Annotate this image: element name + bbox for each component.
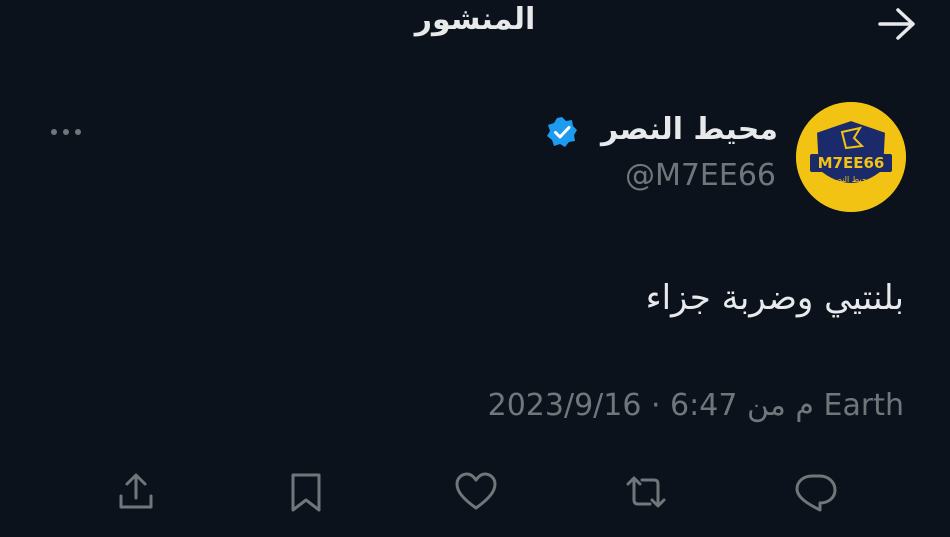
repost-icon — [626, 476, 666, 508]
reply-button[interactable] — [792, 468, 840, 516]
avatar[interactable]: M7EE66 محيط النصر — [796, 102, 906, 212]
verified-badge-icon — [546, 116, 578, 148]
post-page: المنشور M7EE66 محيط النصر محيط النصر @M7… — [0, 0, 950, 537]
author-handle[interactable]: @M7EE66 — [625, 158, 776, 193]
post-text: بلنتيي وضربة جزاء — [645, 278, 904, 318]
bookmark-button[interactable] — [282, 468, 330, 516]
more-options-icon[interactable] — [46, 112, 86, 152]
share-button[interactable] — [112, 468, 160, 516]
bookmark-icon — [291, 473, 321, 512]
heart-icon — [455, 472, 497, 510]
avatar-logo-text: M7EE66 — [818, 154, 885, 172]
page-title: المنشور — [414, 2, 536, 37]
like-button[interactable] — [452, 468, 500, 516]
reply-icon — [795, 474, 837, 512]
post-meta: 2023/9/16 · 6:47 م من Earth — [488, 388, 904, 423]
avatar-logo-subtext: محيط النصر — [830, 175, 871, 184]
repost-button[interactable] — [622, 468, 670, 516]
back-arrow-icon[interactable] — [876, 6, 918, 42]
post-meta-text: 2023/9/16 · 6:47 م من Earth — [487, 388, 904, 423]
share-icon — [119, 473, 153, 509]
author-display-name[interactable]: محيط النصر — [601, 112, 778, 147]
